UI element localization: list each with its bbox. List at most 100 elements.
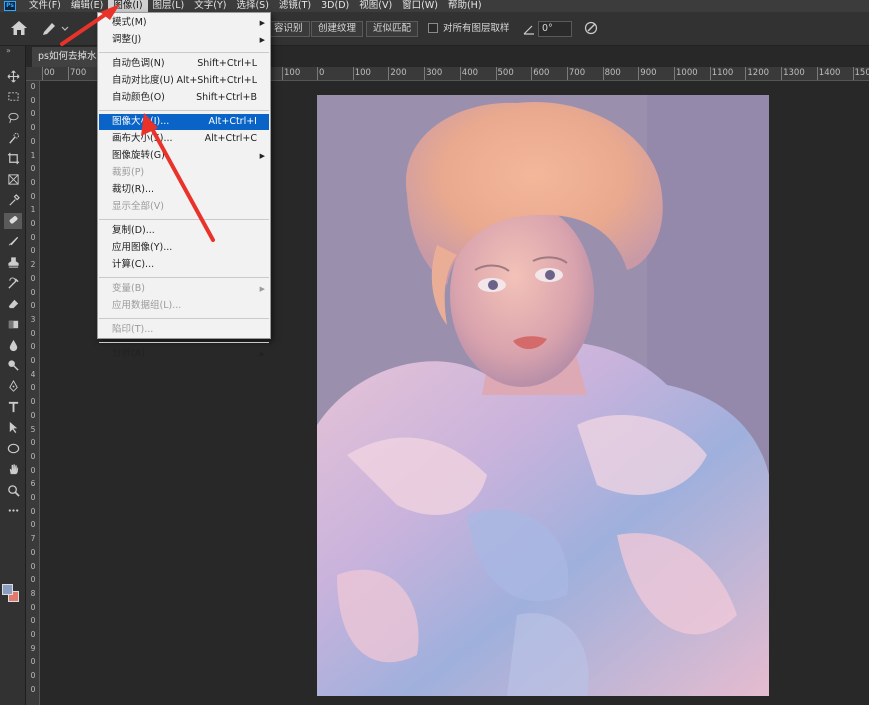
image-menu-item[interactable]: 自动对比度(U) Alt+Shift+Ctrl+L [99,73,269,89]
gradient-tool-icon[interactable] [4,316,22,332]
ruler-tick-label: 0 [30,246,36,256]
image-menu-item[interactable]: 裁切(R)... [99,182,269,198]
ruler-tick-label: 300 [424,67,443,80]
ruler-tick-label: 200 [388,67,407,80]
hand-tool-icon[interactable] [4,461,22,477]
image-menu-item[interactable]: 自动颜色(O) Shift+Ctrl+B [99,90,269,106]
proximity-match-button[interactable]: 近似匹配 [366,21,419,37]
ruler-tick-label: 1200 [745,67,770,80]
ruler-tick-label: 0 [30,287,36,297]
menu-3d[interactable]: 3D(D) [316,0,354,12]
image-menu-item[interactable]: 分析(A) ▶ [99,346,269,362]
image-menu-item[interactable]: 画布大小(S)... Alt+Ctrl+C [99,131,269,147]
ruler-tick-label: 1400 [816,67,841,80]
ruler-tick-label: 0 [30,82,36,91]
ruler-tick-label: 0 [30,136,36,146]
type-tool-icon[interactable] [4,399,22,415]
image-menu-item[interactable]: 裁剪(P) [99,165,269,181]
healing-brush-tool-icon[interactable] [4,212,22,229]
crop-tool-icon[interactable] [4,151,22,167]
ruler-tick-label: 400 [459,67,479,80]
portrait-artwork[interactable] [317,95,769,696]
ruler-tick-label: 8 [30,588,36,598]
menu-separator [99,219,269,220]
menu-help[interactable]: 帮助(H) [443,0,487,12]
ruler-tick-label: 0 [30,684,36,694]
ruler-tick-label: 1000 [674,67,698,80]
angle-input[interactable]: 0° [538,21,572,37]
image-menu-item[interactable]: 调整(J) ▶ [99,32,269,48]
lasso-tool-icon[interactable] [4,109,22,125]
brush-tool-icon[interactable] [4,234,22,250]
dodge-tool-icon[interactable] [4,358,22,374]
pen-tool-icon[interactable] [4,379,22,395]
submenu-arrow-icon: ▶ [259,152,265,160]
ruler-tick-label: 1500 [852,67,869,80]
ruler-tick-label: 1300 [781,67,805,80]
ruler-tick-label: 0 [30,232,36,242]
menu-view[interactable]: 视图(V) [354,0,397,12]
photoshop-logo-icon: Ps [4,1,16,11]
ruler-tick-label: 6 [30,479,36,489]
tools-panel: » [0,46,26,705]
foreground-color-swatch[interactable] [2,584,13,595]
menu-image[interactable]: 图像(I) [108,0,148,12]
menu-window[interactable]: 窗口(W) [397,0,443,12]
blur-tool-icon[interactable] [4,337,22,353]
menu-separator [99,277,269,278]
collapse-panel-icon[interactable]: » [6,46,11,55]
ruler-tick-label: 0 [30,671,36,681]
image-menu-item[interactable]: 显示全部(V) [99,199,269,215]
create-texture-button[interactable]: 创建纹理 [311,21,364,37]
image-menu-item[interactable]: 计算(C)... [99,257,269,273]
ruler-tick-label: 0 [30,575,36,585]
menu-separator [99,52,269,53]
menu-layer[interactable]: 图层(L) [148,0,190,12]
history-brush-tool-icon[interactable] [4,275,22,291]
menu-file[interactable]: 文件(F) [24,0,66,12]
sample-all-layers-checkbox[interactable] [428,23,438,33]
path-select-tool-icon[interactable] [4,420,22,436]
clone-stamp-tool-icon[interactable] [4,254,22,270]
submenu-arrow-icon: ▶ [259,36,265,44]
menu-type[interactable]: 文字(Y) [189,0,231,12]
quick-select-tool-icon[interactable] [4,130,22,146]
eraser-tool-icon[interactable] [4,296,22,312]
image-menu-item[interactable]: 模式(M) ▶ [99,15,269,31]
ruler-tick-label: 900 [638,67,657,80]
content-aware-button[interactable]: 容识别 [267,21,310,37]
shape-tool-icon[interactable] [4,441,22,457]
portrait-image [317,95,769,696]
menu-separator [99,342,269,343]
document-tab[interactable]: ps如何去掉水印 [32,47,102,67]
menu-filter[interactable]: 滤镜(T) [274,0,316,12]
menu-items: 文件(F) 编辑(E) 图像(I) 图层(L) 文字(Y) 选择(S) 滤镜(T) 3D(D)… [24,0,487,12]
ruler-tick-label: 0 [30,164,36,174]
image-menu-item[interactable]: 应用数据组(L)... [99,298,269,314]
ruler-tick-label: 0 [30,561,36,571]
image-size-menu-item[interactable]: 图像大小(I)... Alt+Ctrl+I [99,114,269,130]
home-icon[interactable] [10,20,28,36]
image-menu-item[interactable]: 陷印(T)... [99,322,269,338]
zoom-tool-icon[interactable] [4,482,22,498]
image-menu-item[interactable]: 应用图像(Y)... [99,240,269,256]
tool-preset-picker-icon[interactable] [40,20,70,36]
pressure-size-icon[interactable] [584,21,598,35]
image-menu-item[interactable]: 图像旋转(G) ▶ [99,148,269,164]
move-tool-icon[interactable] [4,68,22,84]
menu-select[interactable]: 选择(S) [231,0,273,12]
marquee-tool-icon[interactable] [4,89,22,105]
frame-tool-icon[interactable] [4,172,22,188]
eyedropper-tool-icon[interactable] [4,192,22,208]
menu-edit[interactable]: 编辑(E) [66,0,108,12]
image-menu-item[interactable]: 自动色调(N) Shift+Ctrl+L [99,56,269,72]
image-menu-item[interactable]: 变量(B) ▶ [99,281,269,297]
ruler-tick-label: 600 [531,67,550,80]
ruler-tick-label: 0 [30,397,36,407]
ruler-tick-label: 500 [495,67,514,80]
menu-item-label: 自动对比度(U) [112,75,174,86]
more-tools-icon[interactable] [4,503,22,519]
ruler-tick-label: 1 [30,205,36,215]
image-menu-item[interactable]: 复制(D)... [99,223,269,239]
image-menu-dropdown: 模式(M) ▶ 调整(J) ▶ 自动色调(N) Shift+Ctrl+L 自动对比度(U) A… [97,12,271,359]
